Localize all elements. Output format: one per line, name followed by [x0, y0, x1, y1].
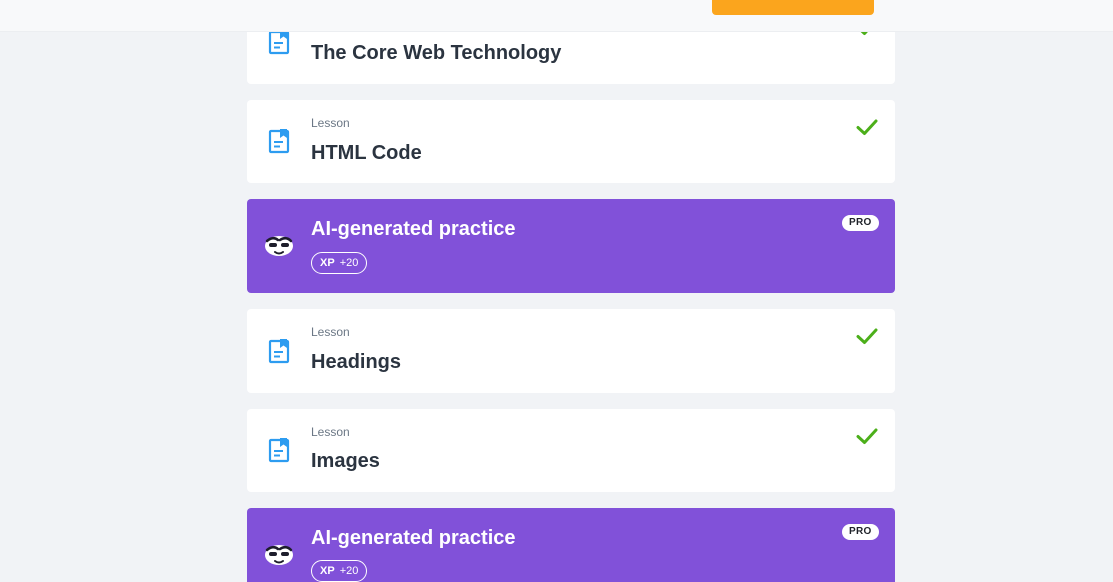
completed-check-icon — [856, 328, 878, 344]
completed-check-icon — [856, 119, 878, 135]
lesson-title: Headings — [311, 351, 402, 373]
xp-label: XP — [320, 565, 335, 577]
xp-value: +20 — [339, 257, 359, 269]
lesson-document-icon — [268, 339, 290, 364]
top-bar — [0, 0, 1113, 32]
lesson-title: The Core Web Technology — [311, 42, 562, 64]
pro-badge: PRO — [842, 215, 879, 231]
ai-practice-card[interactable]: AI-generated practice PRO XP +20 — [247, 199, 895, 293]
lesson-title: Images — [311, 450, 380, 472]
practice-title: AI-generated practice — [311, 218, 516, 240]
xp-reward-badge: XP +20 — [311, 252, 368, 274]
lesson-card-images[interactable]: Lesson Images — [247, 409, 895, 492]
lesson-document-icon — [268, 438, 290, 463]
xp-value: +20 — [339, 565, 359, 577]
pro-badge: PRO — [842, 524, 879, 540]
lesson-title: HTML Code — [311, 142, 422, 164]
completed-check-icon — [856, 428, 878, 444]
header-action-button[interactable] — [712, 0, 874, 15]
lesson-card-headings[interactable]: Lesson Headings — [247, 309, 895, 393]
xp-reward-badge: XP +20 — [311, 560, 368, 582]
mascot-icon — [265, 236, 293, 256]
practice-title: AI-generated practice — [311, 527, 516, 549]
lesson-document-icon — [268, 129, 290, 154]
lesson-card-html-code[interactable]: Lesson HTML Code — [247, 100, 895, 183]
lesson-type-label: Lesson — [311, 116, 350, 130]
lesson-type-label: Lesson — [311, 325, 350, 339]
mascot-icon — [265, 545, 293, 565]
ai-practice-card[interactable]: AI-generated practice PRO XP +20 — [247, 508, 895, 582]
lesson-type-label: Lesson — [311, 425, 350, 439]
xp-label: XP — [320, 257, 335, 269]
lesson-document-icon — [268, 30, 290, 55]
